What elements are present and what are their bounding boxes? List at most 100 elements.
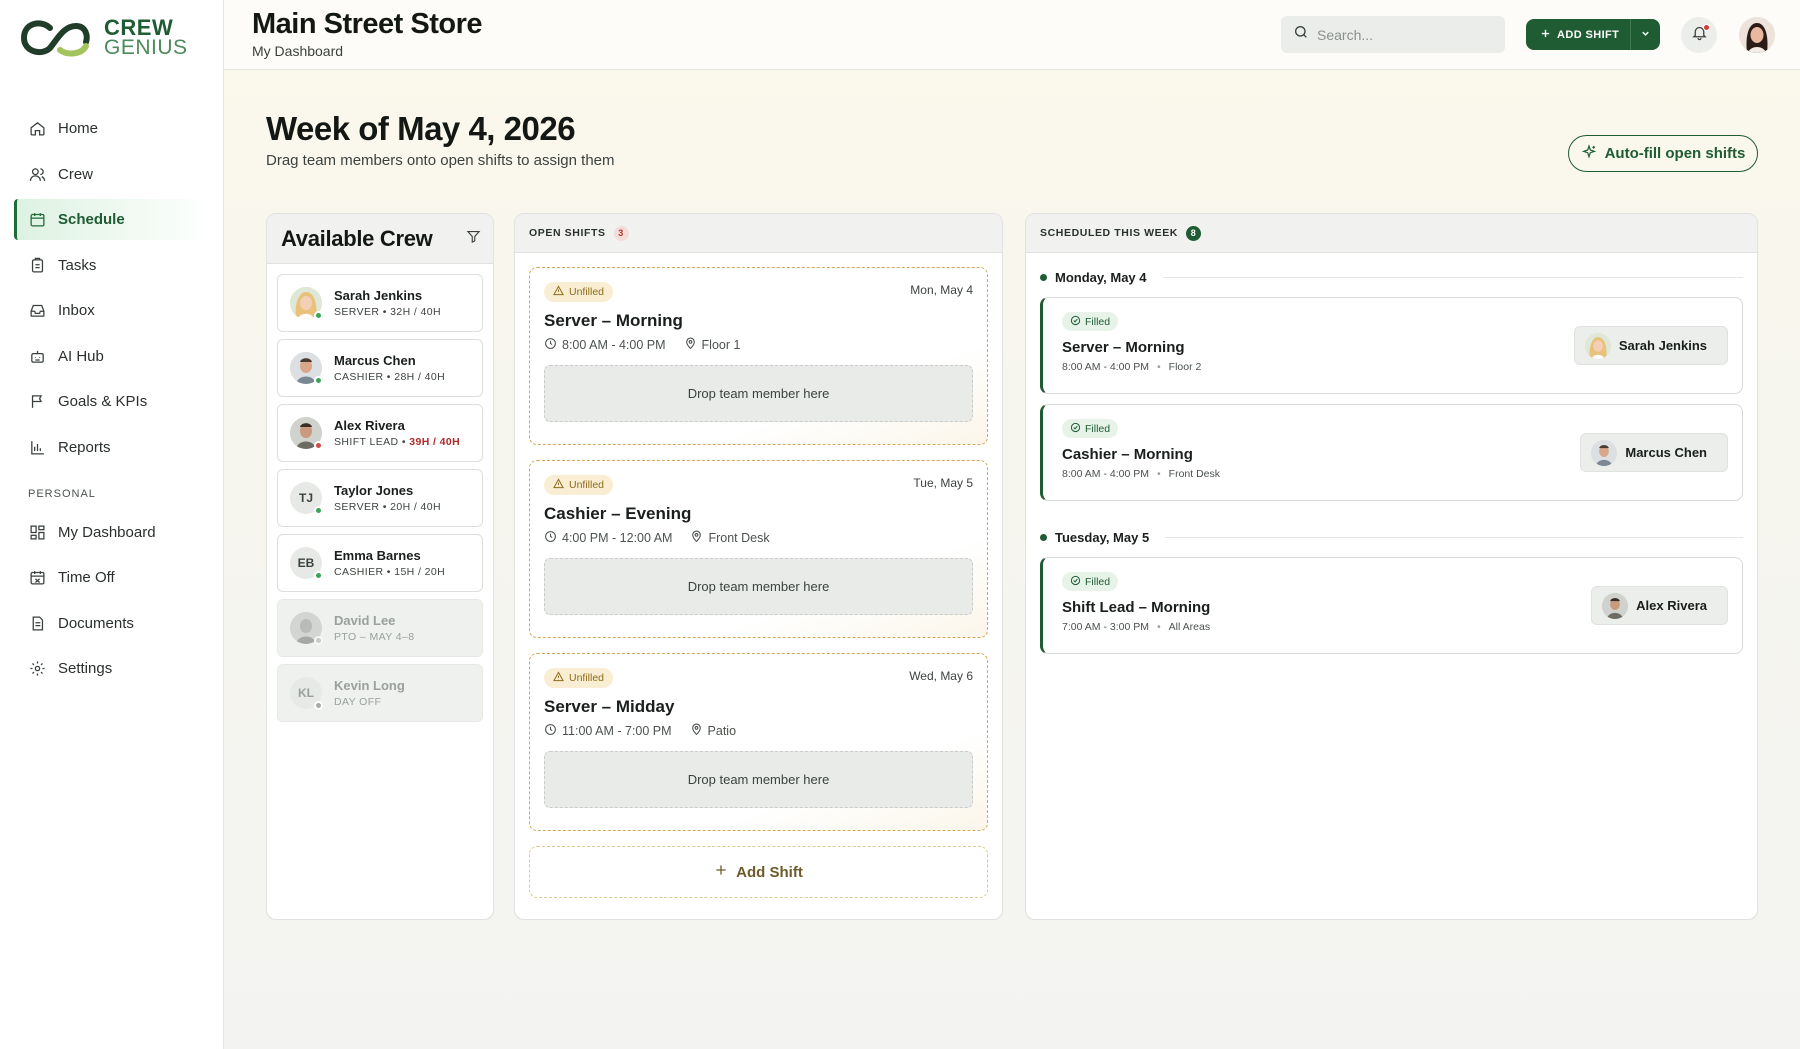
crew-card-sarah-jenkins[interactable]: Sarah Jenkins SERVER • 32H / 40H — [277, 274, 483, 332]
shift-location: Front Desk — [708, 531, 770, 545]
avatar — [290, 352, 323, 385]
check-circle-icon — [1070, 315, 1081, 329]
shift-name: Server – Midday — [544, 697, 675, 716]
filled-shift-card[interactable]: Filled Shift Lead – Morning 7:00 AM - 3:… — [1040, 557, 1743, 654]
crew-meta: SHIFT LEAD • 39H / 40H — [334, 436, 461, 448]
filled-badge: Filled — [1062, 312, 1119, 331]
crew-meta: DAY OFF — [334, 696, 382, 708]
crew-card-taylor-jones[interactable]: TJ Taylor Jones SERVER • 20H / 40H — [277, 469, 483, 527]
drop-zone[interactable]: Drop team member here — [544, 558, 973, 615]
avatar-initials: KL — [298, 686, 314, 700]
dashboard-icon — [28, 523, 46, 541]
nav-inbox[interactable]: Inbox — [14, 290, 210, 331]
scheduled-list: Monday, May 4 Filled Server – Morning 8:… — [1026, 253, 1757, 654]
shift-date: Wed, May 6 — [909, 669, 973, 683]
users-icon — [28, 165, 46, 183]
crew-card-emma-barnes[interactable]: EB Emma Barnes CASHIER • 15H / 20H — [277, 534, 483, 592]
plus-icon — [1540, 28, 1551, 42]
avatar — [290, 287, 323, 320]
breadcrumb[interactable]: My Dashboard — [252, 43, 343, 59]
clock-icon — [544, 723, 557, 739]
brand-logo[interactable]: CREW GENIUS — [20, 17, 188, 59]
notifications-button[interactable] — [1681, 17, 1717, 53]
day-heading: Tuesday, May 5 — [1040, 527, 1743, 547]
avatar: EB — [290, 547, 323, 580]
nav-my-dashboard[interactable]: My Dashboard — [14, 512, 210, 553]
filled-shift-card[interactable]: Filled Server – Morning 8:00 AM - 4:00 P… — [1040, 297, 1743, 394]
crew-name: David Lee — [334, 613, 396, 628]
status-dot — [314, 636, 323, 645]
add-shift-label: ADD SHIFT — [1557, 28, 1620, 41]
search-box[interactable] — [1281, 16, 1505, 53]
crew-card-marcus-chen[interactable]: Marcus Chen CASHIER • 28H / 40H — [277, 339, 483, 397]
crew-list: Sarah Jenkins SERVER • 32H / 40H Marcus … — [267, 264, 493, 722]
nav-tasks[interactable]: Tasks — [14, 245, 210, 286]
nav-label: Time Off — [58, 569, 115, 586]
open-shift-card: Unfilled Wed, May 6 Server – Midday 11:0… — [529, 653, 988, 831]
warning-icon — [553, 478, 564, 492]
nav-schedule[interactable]: Schedule — [14, 199, 210, 240]
assignee-chip[interactable]: Alex Rivera — [1591, 586, 1728, 625]
user-avatar[interactable] — [1739, 17, 1775, 53]
shift-location: Floor 1 — [701, 338, 741, 352]
assignee-chip[interactable]: Sarah Jenkins — [1573, 326, 1728, 365]
nav-reports[interactable]: Reports — [14, 427, 210, 468]
filled-shift-card[interactable]: Filled Cashier – Morning 8:00 AM - 4:00 … — [1040, 404, 1743, 501]
filled-badge: Filled — [1062, 419, 1119, 438]
nav-goals-kpis[interactable]: Goals & KPIs — [14, 381, 210, 422]
nav-label: Crew — [58, 165, 94, 183]
unfilled-badge: Unfilled — [544, 475, 614, 495]
add-open-shift-button[interactable]: Add Shift — [529, 846, 988, 898]
search-input[interactable] — [1317, 26, 1487, 43]
sidebar: CREW GENIUS Home Crew Schedule Tasks Inb… — [0, 0, 224, 1049]
add-shift-button[interactable]: ADD SHIFT — [1526, 19, 1630, 50]
avatar — [290, 612, 323, 645]
calendar-icon — [28, 211, 46, 229]
auto-fill-label: Auto-fill open shifts — [1604, 145, 1746, 162]
filter-icon[interactable] — [466, 229, 481, 249]
assignee-name: Marcus Chen — [1625, 445, 1707, 460]
day-heading: Monday, May 4 — [1040, 267, 1743, 287]
nav-time-off[interactable]: Time Off — [14, 557, 210, 598]
add-shift-dropdown-toggle[interactable] — [1630, 19, 1660, 50]
nav-label: Tasks — [58, 256, 97, 274]
unfilled-badge: Unfilled — [544, 282, 614, 302]
nav-documents[interactable]: Documents — [14, 603, 210, 644]
nav-home[interactable]: Home — [14, 108, 210, 149]
filled-badge: Filled — [1062, 572, 1119, 591]
crew-meta: SERVER • 20H / 40H — [334, 501, 441, 513]
notification-dot — [1703, 24, 1710, 31]
status-dot — [314, 376, 323, 385]
nav-ai-hub[interactable]: AI Hub — [14, 336, 210, 377]
drop-zone[interactable]: Drop team member here — [544, 751, 973, 808]
crew-panel-title: Available Crew — [281, 225, 433, 251]
personal-section-label: PERSONAL — [28, 487, 96, 500]
avatar — [1591, 439, 1618, 466]
main-content: Week of May 4, 2026 Drag team members on… — [224, 70, 1800, 1049]
nav-label: Inbox — [58, 302, 95, 319]
scheduled-label: SCHEDULED THIS WEEK — [1040, 227, 1178, 239]
brand-name-bottom: GENIUS — [104, 36, 188, 59]
crew-name: Kevin Long — [334, 678, 405, 693]
nav-label: Goals & KPIs — [58, 393, 148, 410]
nav-crew[interactable]: Crew — [14, 154, 210, 195]
crew-card-alex-rivera[interactable]: Alex Rivera SHIFT LEAD • 39H / 40H — [277, 404, 483, 462]
auto-fill-button[interactable]: Auto-fill open shifts — [1568, 135, 1758, 172]
drop-zone[interactable]: Drop team member here — [544, 365, 973, 422]
crew-meta: PTO – MAY 4–8 — [334, 631, 415, 643]
avatar-initials: EB — [297, 556, 315, 570]
status-dot — [314, 506, 323, 515]
clock-icon — [544, 337, 557, 353]
status-dot — [314, 571, 323, 580]
open-shifts-count-badge: 3 — [613, 225, 629, 241]
warning-icon — [553, 671, 564, 685]
open-shifts-label: OPEN SHIFTS — [529, 227, 606, 239]
plus-icon — [714, 863, 728, 881]
nav-settings[interactable]: Settings — [14, 648, 210, 689]
crew-genius-logo-icon — [20, 20, 90, 57]
status-dot — [314, 441, 323, 450]
assignee-chip[interactable]: Marcus Chen — [1580, 433, 1728, 472]
assignee-name: Sarah Jenkins — [1618, 338, 1707, 353]
nav-label: My Dashboard — [58, 523, 156, 541]
nav-label: Schedule — [58, 211, 125, 228]
